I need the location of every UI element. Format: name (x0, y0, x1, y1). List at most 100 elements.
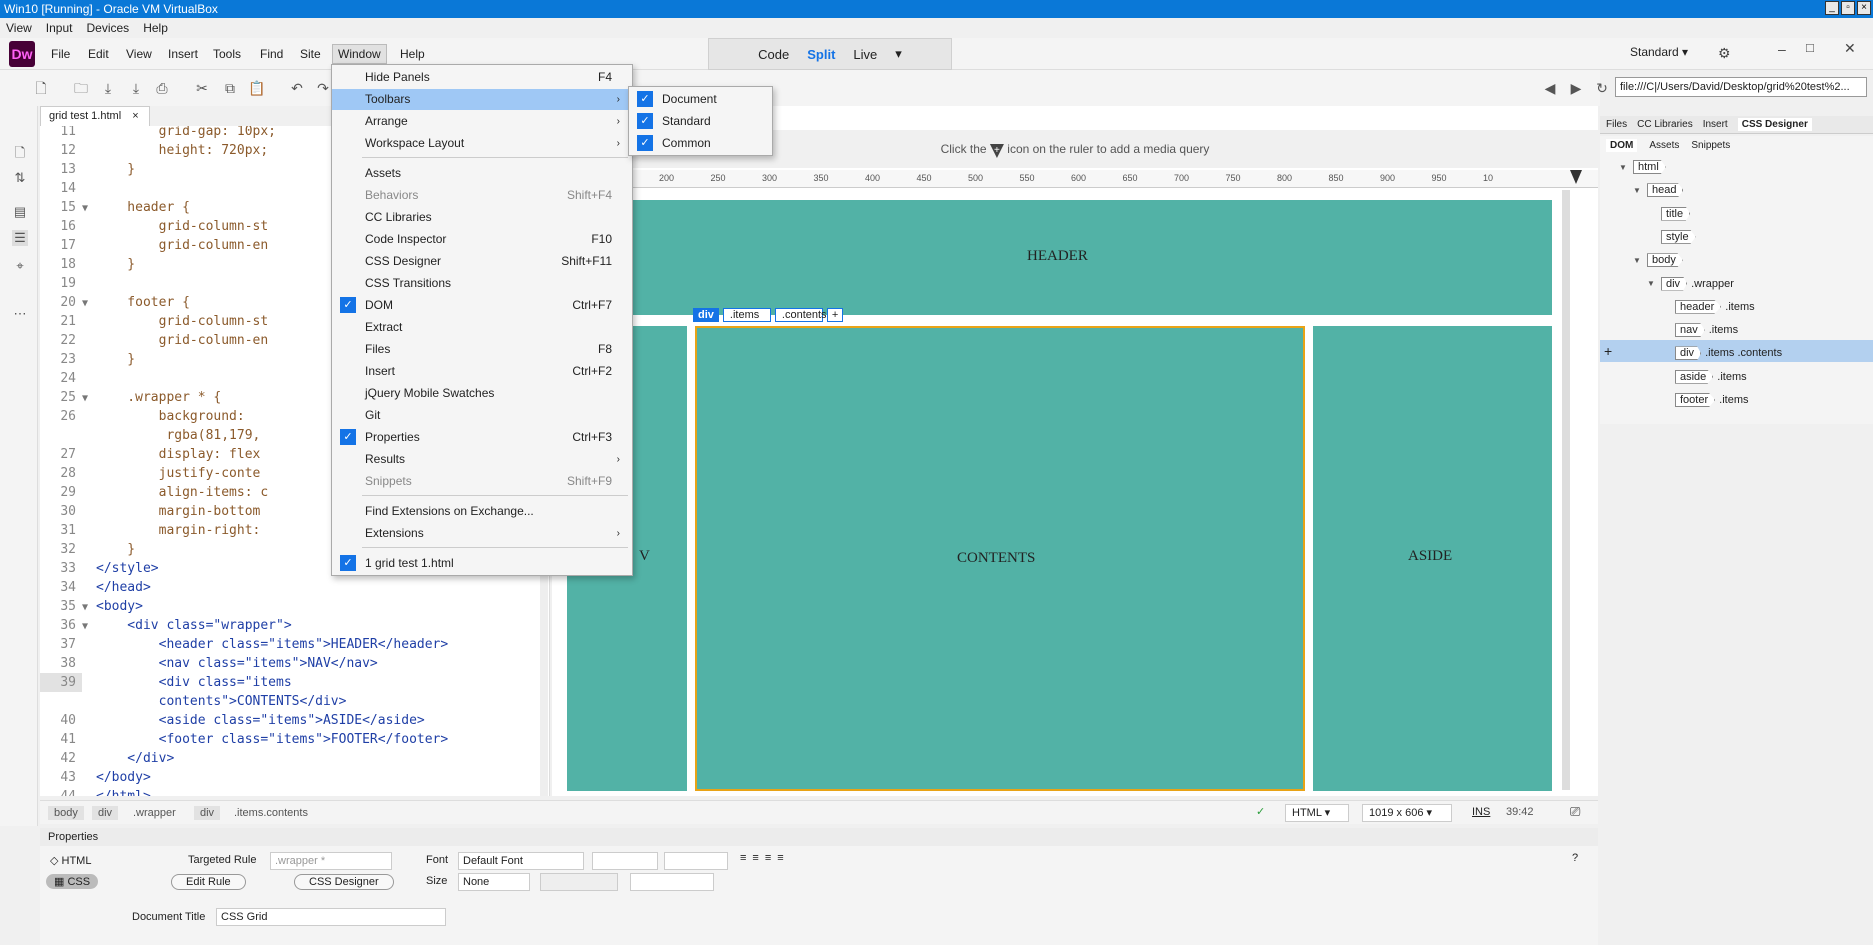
code-line[interactable]: 36 ▼ <div class="wrapper"> (40, 616, 291, 635)
save-icon[interactable]: ⤓ (100, 80, 116, 96)
window-menu-item-1-grid-test-1-html[interactable]: ✓ 1 grid test 1.html (332, 553, 632, 574)
window-menu-item-extensions[interactable]: Extensions › (332, 523, 632, 544)
code-line[interactable]: 16 grid-column-st (40, 217, 268, 236)
help-icon[interactable]: ? (1572, 852, 1578, 864)
code-line[interactable]: rgba(81,179, (40, 426, 260, 445)
menu-edit[interactable]: Edit (83, 45, 114, 63)
menu-find[interactable]: Find (255, 45, 288, 63)
menu-file[interactable]: File (46, 45, 75, 63)
window-menu-item-toolbars[interactable]: Toolbars › (332, 89, 632, 110)
code-line[interactable]: 31 margin-right: (40, 521, 260, 540)
grid-aside[interactable]: ASIDE (1313, 326, 1552, 791)
dom-node-div[interactable]: ▼ div .wrapper (1647, 276, 1734, 291)
font-style-select[interactable] (592, 852, 658, 870)
code-line[interactable]: contents">CONTENTS</div> (40, 692, 347, 711)
code-line[interactable]: 37 <header class="items">HEADER</header> (40, 635, 448, 654)
dom-node-head[interactable]: ▼ head (1633, 183, 1687, 198)
window-menu-item-files[interactable]: Files F8 (332, 339, 632, 360)
indent-icon[interactable]: ☰ (12, 230, 28, 246)
html-mode-button[interactable]: ◇ HTML (50, 854, 91, 867)
maximize-icon[interactable]: □ (1806, 40, 1814, 55)
hud-class-items[interactable]: .items (722, 308, 771, 322)
window-menu-item-results[interactable]: Results › (332, 449, 632, 470)
dom-node-style[interactable]: style (1647, 229, 1700, 244)
code-line[interactable]: 33 </style> (40, 559, 158, 578)
hud-tag[interactable]: div (693, 308, 719, 322)
workspace-selector[interactable]: Standard ▾ (1630, 45, 1688, 59)
save-all-icon[interactable]: ⤓ (128, 80, 144, 96)
code-line[interactable]: 35 ▼ <body> (40, 597, 143, 616)
color-field[interactable] (630, 873, 714, 891)
code-line[interactable]: 34 </head> (40, 578, 150, 597)
code-line[interactable]: 13 } (40, 160, 135, 179)
sync-settings-icon[interactable]: ⚙ (1718, 45, 1731, 62)
menu-window[interactable]: Window (332, 44, 387, 64)
hud-add-class-button[interactable]: + (826, 308, 844, 322)
window-menu-item-assets[interactable]: Assets (332, 163, 632, 184)
font-weight-select[interactable] (664, 852, 728, 870)
align-icons[interactable]: ≡≡≡≡ (740, 852, 790, 864)
vbox-menu-devices[interactable]: Devices (87, 21, 130, 35)
code-line[interactable]: 39 <div class="items (40, 673, 292, 692)
code-line[interactable]: 15 ▼ header { (40, 198, 190, 217)
window-menu-item-css-transitions[interactable]: CSS Transitions (332, 273, 632, 294)
window-menu-item-insert[interactable]: Insert Ctrl+F2 (332, 361, 632, 382)
cut-icon[interactable]: ✂ (194, 80, 210, 96)
tab-assets[interactable]: Assets (1649, 140, 1679, 151)
vbox-menu-input[interactable]: Input (46, 21, 73, 35)
dom-node-html[interactable]: ▼ html (1619, 160, 1670, 174)
copy-icon[interactable]: ⧉ (222, 80, 238, 96)
live-view-button[interactable]: Live (853, 47, 877, 62)
dom-node-aside[interactable]: aside .items (1661, 369, 1747, 384)
code-line[interactable]: 12 height: 720px; (40, 141, 268, 160)
forward-icon[interactable]: ▶ (1568, 80, 1584, 96)
code-line[interactable]: 44 </html> (40, 787, 150, 796)
code-line[interactable]: 24 (40, 369, 96, 388)
breadcrumb-wrapper[interactable]: .wrapper (127, 806, 182, 820)
code-line[interactable]: 32 } (40, 540, 135, 559)
ruler[interactable]: 1001502002503003504004505005506006507007… (552, 170, 1598, 188)
code-view-button[interactable]: Code (758, 47, 789, 62)
chevron-down-icon[interactable]: ▼ (1647, 279, 1657, 288)
code-line[interactable]: 18 } (40, 255, 135, 274)
window-menu-item-workspace-layout[interactable]: Workspace Layout › (332, 133, 632, 154)
document-title-field[interactable]: CSS Grid (216, 908, 446, 926)
code-line[interactable]: 30 margin-bottom (40, 502, 260, 521)
edit-rule-button[interactable]: Edit Rule (171, 874, 246, 890)
tab-snippets[interactable]: Snippets (1691, 140, 1730, 151)
address-bar[interactable]: file:///C|/Users/David/Desktop/grid%20te… (1615, 77, 1867, 97)
undo-icon[interactable]: ↶ (289, 80, 305, 96)
toolbars-item-common[interactable]: ✓ Common (629, 133, 772, 154)
breadcrumb-body[interactable]: body (48, 806, 84, 820)
code-line[interactable]: 29 align-items: c (40, 483, 268, 502)
window-menu-item-behaviors[interactable]: Behaviors Shift+F4 (332, 185, 632, 206)
window-menu-item-dom[interactable]: ✓ DOM Ctrl+F7 (332, 295, 632, 316)
minimize-icon[interactable]: _ (1825, 1, 1839, 15)
chevron-down-icon[interactable]: ▼ (1619, 163, 1629, 172)
close-icon[interactable]: × (132, 110, 138, 122)
window-size-select[interactable]: 1019 x 606 ▾ (1362, 804, 1452, 822)
menu-help[interactable]: Help (395, 45, 430, 63)
sort-icon[interactable]: ⇅ (12, 170, 28, 186)
menu-view[interactable]: View (121, 45, 157, 63)
css-mode-button[interactable]: ▦ CSS (46, 874, 99, 889)
font-select[interactable]: Default Font (458, 852, 584, 870)
code-line[interactable]: 38 <nav class="items">NAV</nav> (40, 654, 377, 673)
code-line[interactable]: 41 <footer class="items">FOOTER</footer> (40, 730, 448, 749)
window-menu-item-jquery-mobile-swatches[interactable]: jQuery Mobile Swatches (332, 383, 632, 404)
file-icon[interactable]: 🗋 (12, 144, 28, 160)
vbox-menu-help[interactable]: Help (143, 21, 168, 35)
paste-icon[interactable]: 📋 (248, 80, 265, 96)
menu-insert[interactable]: Insert (163, 45, 203, 63)
chevron-down-icon[interactable]: ▾ (895, 46, 902, 62)
code-line[interactable]: 43 </body> (40, 768, 150, 787)
css-designer-button[interactable]: CSS Designer (294, 874, 394, 890)
window-menu-item-code-inspector[interactable]: Code Inspector F10 (332, 229, 632, 250)
grid-contents[interactable]: CONTENTS (695, 326, 1305, 791)
tab-dom[interactable]: DOM (1606, 138, 1638, 152)
fold-icon[interactable]: ▼ (82, 598, 96, 617)
code-line[interactable]: 27 display: flex (40, 445, 260, 464)
code-line[interactable]: 19 (40, 274, 96, 293)
doc-type-select[interactable]: HTML ▾ (1285, 804, 1349, 822)
minimize-icon[interactable]: – (1778, 41, 1786, 57)
